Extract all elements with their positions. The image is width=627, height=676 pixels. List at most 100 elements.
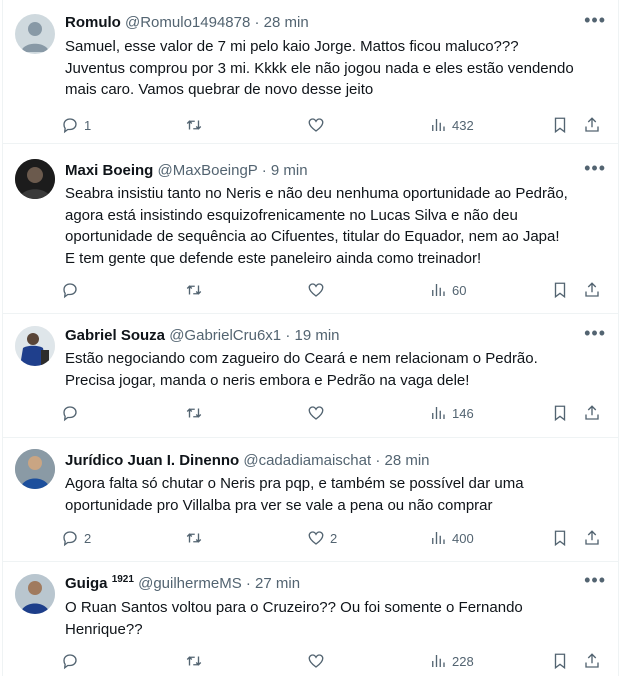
more-icon[interactable]: ••• (584, 323, 606, 344)
bookmark-icon (554, 530, 566, 547)
reply-icon (63, 654, 77, 670)
avatar[interactable] (15, 449, 55, 489)
tweet-actions: 228 (61, 650, 608, 672)
replies-timeline: Romulo @Romulo1494878 · 28 min ••• Samue… (2, 0, 619, 676)
avatar[interactable] (15, 14, 55, 54)
more-icon[interactable]: ••• (584, 570, 606, 591)
bookmark-button[interactable] (551, 279, 569, 301)
views-button[interactable]: 146 (429, 402, 474, 424)
retweet-icon (186, 120, 202, 130)
timestamp[interactable]: 28 min (385, 452, 430, 469)
tweet-text-line: O Ruan Santos voltou para o Cruzeiro?? O… (65, 599, 523, 616)
tweet-text-line: Juventus comprou por 3 mi. Kkkk ele não … (65, 59, 574, 77)
display-name[interactable]: Gabriel Souza (65, 327, 165, 344)
tweet-text-line: Precisa jogar, manda o neris embora e Pe… (65, 371, 470, 389)
user-handle[interactable]: @MaxBoeingP (158, 162, 258, 179)
display-name[interactable]: Maxi Boeing (65, 162, 153, 179)
display-name[interactable]: Jurídico Juan I. Dinenno (65, 452, 239, 469)
name-badge: 1921 (111, 574, 134, 585)
separator: · (254, 14, 260, 31)
user-handle[interactable]: @guilhermeMS (138, 575, 242, 592)
bookmark-icon (554, 282, 566, 299)
reply-icon (63, 118, 77, 134)
user-photo (15, 449, 55, 489)
like-button[interactable]: 2 (307, 527, 337, 549)
reply-icon (63, 283, 77, 299)
timestamp[interactable]: 9 min (271, 162, 308, 179)
reply-tweet[interactable]: Romulo @Romulo1494878 · 28 min ••• Samue… (3, 0, 618, 144)
reply-tweet[interactable]: Guiga 1921 @guilhermeMS · 27 min ••• O R… (3, 561, 618, 676)
tweet-actions: 2 2 400 (61, 527, 608, 549)
retweet-button[interactable] (185, 114, 208, 136)
heart-icon (308, 531, 324, 545)
avatar[interactable] (15, 326, 55, 366)
reply-button[interactable]: 1 (61, 114, 91, 136)
separator: · (285, 327, 291, 344)
share-button[interactable] (583, 114, 601, 136)
reply-button[interactable] (61, 650, 84, 672)
share-button[interactable] (583, 650, 601, 672)
reply-button[interactable] (61, 279, 84, 301)
like-button[interactable] (307, 279, 330, 301)
tweet-text-line: Agora falta só chutar o Neris pra pqp, e… (65, 475, 524, 492)
like-button[interactable] (307, 650, 330, 672)
bookmark-button[interactable] (551, 402, 569, 424)
tweet-actions: 60 (61, 279, 608, 301)
views-button[interactable]: 432 (429, 114, 474, 136)
like-button[interactable] (307, 402, 330, 424)
reply-icon (63, 406, 77, 422)
tweet-text-line: oportunidade pro Villalba pra ver se val… (65, 496, 493, 514)
timestamp[interactable]: 28 min (264, 14, 309, 31)
bookmark-button[interactable] (551, 114, 569, 136)
retweet-button[interactable] (185, 279, 208, 301)
views-icon (432, 655, 445, 667)
user-handle[interactable]: @Romulo1494878 (125, 14, 250, 31)
like-count: 2 (330, 530, 338, 546)
views-count: 432 (452, 117, 474, 133)
avatar[interactable] (15, 159, 55, 199)
bookmark-button[interactable] (551, 527, 569, 549)
timestamp[interactable]: 27 min (255, 575, 300, 592)
tweet-text-line: oportunidade de sequência ao Cifuentes, … (65, 228, 560, 245)
timestamp[interactable]: 19 min (294, 327, 339, 344)
separator: · (375, 452, 381, 469)
bookmark-button[interactable] (551, 650, 569, 672)
reply-button[interactable]: 2 (61, 527, 91, 549)
tweet-text-line: Henrique?? (65, 620, 143, 638)
tweet-text-line: agora está insistindo esquizofrenicament… (65, 206, 518, 224)
reply-tweet[interactable]: Jurídico Juan I. Dinenno @cadadiamaischa… (3, 437, 618, 562)
tweet-header: Romulo @Romulo1494878 · 28 min (65, 14, 608, 31)
views-icon (432, 119, 445, 131)
share-button[interactable] (583, 402, 601, 424)
reply-button[interactable] (61, 402, 84, 424)
user-handle[interactable]: @cadadiamaischat (243, 452, 371, 469)
reply-tweet[interactable]: Gabriel Souza @GabrielCru6x1 · 19 min ••… (3, 313, 618, 438)
display-name[interactable]: Romulo (65, 14, 121, 31)
views-button[interactable]: 60 (429, 279, 466, 301)
views-button[interactable]: 228 (429, 650, 474, 672)
tweet-text: O Ruan Santos voltou para o Cruzeiro?? O… (65, 597, 596, 640)
share-icon (585, 530, 599, 545)
views-button[interactable]: 400 (429, 527, 474, 549)
share-icon (585, 282, 599, 297)
reply-count: 2 (84, 530, 92, 546)
more-icon[interactable]: ••• (584, 158, 606, 179)
user-photo (15, 159, 55, 199)
avatar[interactable] (15, 574, 55, 614)
share-button[interactable] (583, 527, 601, 549)
retweet-button[interactable] (185, 527, 208, 549)
retweet-button[interactable] (185, 402, 208, 424)
views-count: 60 (452, 282, 467, 298)
default-avatar-icon (21, 22, 49, 52)
tweet-actions: 1 432 (61, 114, 608, 136)
more-icon[interactable]: ••• (584, 10, 606, 31)
tweet-text-line: Seabra insistiu tanto no Neris e não deu… (65, 185, 568, 202)
user-handle[interactable]: @GabrielCru6x1 (169, 327, 281, 344)
reply-tweet[interactable]: Maxi Boeing @MaxBoeingP · 9 min ••• Seab… (3, 143, 618, 314)
like-button[interactable] (307, 114, 330, 136)
views-count: 228 (452, 653, 474, 669)
retweet-button[interactable] (185, 650, 208, 672)
display-name[interactable]: Guiga (65, 575, 108, 592)
user-photo (15, 574, 55, 614)
share-button[interactable] (583, 279, 601, 301)
